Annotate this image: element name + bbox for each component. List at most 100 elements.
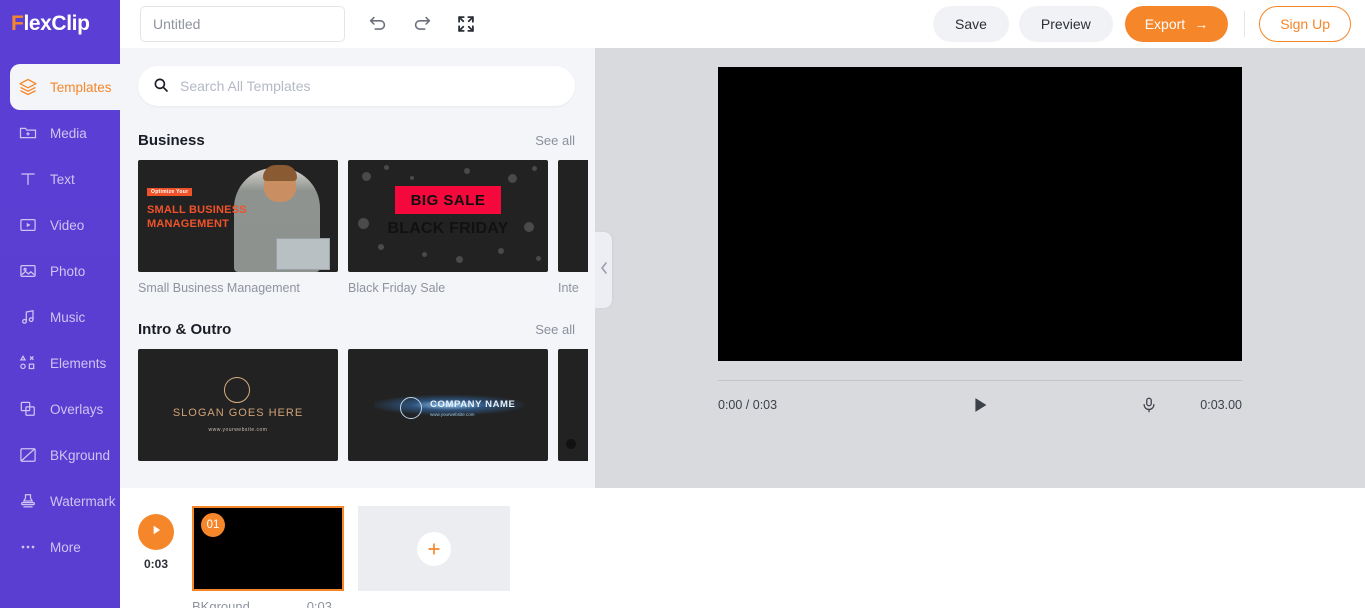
search-box[interactable] (138, 66, 575, 106)
template-card[interactable]: Optimize Your SMALL BUSINESS MANAGEMENT S… (138, 160, 338, 295)
sidebar-item-label: Music (50, 309, 86, 325)
arrow-right-icon: → (1194, 16, 1209, 32)
sidebar-item-label: Photo (50, 263, 86, 279)
panel-collapse-handle[interactable] (595, 232, 612, 308)
search-icon (152, 76, 172, 96)
photo-icon (16, 259, 40, 283)
redo-icon[interactable] (411, 13, 433, 35)
sidebar-item-music[interactable]: Music (0, 294, 120, 340)
export-label: Export (1144, 16, 1186, 32)
layers-icon (16, 75, 40, 99)
scene-duration: 0:03 (306, 599, 332, 608)
template-card[interactable]: Inte (558, 160, 588, 295)
template-headline: SMALL BUSINESS MANAGEMENT (147, 204, 247, 230)
media-folder-icon (16, 121, 40, 145)
template-card[interactable]: SLOGAN GOES HERE www.yourwebsite.com (138, 349, 338, 461)
text-icon (16, 167, 40, 191)
sidebar-item-label: Elements (50, 355, 107, 371)
export-button[interactable]: Export → (1124, 6, 1229, 42)
undo-icon[interactable] (367, 13, 389, 35)
elements-icon (16, 351, 40, 375)
logo-text: lexClip (23, 12, 90, 35)
project-title-input[interactable] (140, 6, 345, 42)
template-thumbnail: BIG SALE BLACK FRIDAY (348, 160, 548, 272)
sidebar-item-watermark[interactable]: Watermark (0, 478, 120, 524)
template-sub-text: BLACK FRIDAY (387, 220, 509, 237)
preview-button[interactable]: Preview (1018, 6, 1113, 42)
section-header-intro-outro: Intro & Outro See all (120, 295, 595, 338)
template-row-intro-outro: SLOGAN GOES HERE www.yourwebsite.com COM… (120, 338, 595, 461)
template-caption: Black Friday Sale (348, 281, 446, 295)
template-card[interactable]: BIG SALE BLACK FRIDAY Black Friday Sale (348, 160, 548, 295)
template-company: COMPANY NAME (430, 399, 516, 410)
template-site: www.yourwebsite.com (208, 427, 268, 433)
template-card[interactable]: COMPANY NAME www.yourwebsite.com (348, 349, 548, 461)
template-thumbnail (558, 160, 588, 272)
sidebar-nav: Templates Media Text Video Photo Music E… (0, 48, 120, 570)
timeline-play-button[interactable] (138, 514, 174, 550)
video-preview[interactable] (718, 67, 1242, 361)
section-header-business: Business See all (120, 106, 595, 149)
logo-f-mark: F (11, 12, 24, 35)
more-dots-icon (16, 535, 40, 559)
sidebar-item-label: Watermark (50, 493, 116, 509)
see-all-business[interactable]: See all (535, 133, 575, 148)
sidebar-item-video[interactable]: Video (0, 202, 120, 248)
sidebar-item-more[interactable]: More (0, 524, 120, 570)
video-icon (16, 213, 40, 237)
microphone-icon[interactable] (1140, 395, 1158, 415)
editor-stage: 0:00 / 0:03 0:03.00 (595, 0, 1365, 608)
scene-meta: BKground 0:03 (192, 599, 332, 608)
sidebar-item-label: Video (50, 217, 85, 233)
music-icon (16, 305, 40, 329)
sidebar-item-overlays[interactable]: Overlays (0, 386, 120, 432)
sidebar-item-photo[interactable]: Photo (0, 248, 120, 294)
sidebar-item-label: Media (50, 125, 87, 141)
scene-thumbnail[interactable]: 01 (192, 506, 344, 591)
top-toolbar: Save Preview Export → Sign Up (120, 0, 1365, 48)
scene-name: BKground (192, 599, 250, 608)
sidebar-item-label: Templates (50, 79, 112, 95)
fullscreen-icon[interactable] (455, 13, 477, 35)
template-card[interactable] (558, 349, 588, 461)
search-area (120, 48, 595, 106)
save-button[interactable]: Save (933, 6, 1009, 42)
template-thumbnail: COMPANY NAME www.yourwebsite.com (348, 349, 548, 461)
sidebar-item-label: More (50, 539, 81, 555)
sidebar-item-label: Text (50, 171, 75, 187)
app-logo[interactable]: FlexClip (0, 0, 120, 48)
sidebar-item-text[interactable]: Text (0, 156, 120, 202)
play-icon[interactable] (969, 394, 991, 416)
play-icon (149, 523, 163, 542)
timeline-total-time: 0:03 (143, 557, 169, 571)
see-all-intro-outro[interactable]: See all (535, 322, 575, 337)
template-site: www.yourwebsite.com (430, 412, 475, 417)
template-kicker: Optimize Your (147, 188, 193, 196)
flexclip-editor: FlexClip Templates Media Text Video Phot… (0, 0, 1365, 608)
section-title: Intro & Outro (138, 321, 232, 338)
scene-number-badge: 01 (201, 513, 225, 537)
timeline-play-group: 0:03 (120, 506, 192, 571)
sign-up-button[interactable]: Sign Up (1259, 6, 1351, 42)
toolbar-divider (1244, 11, 1246, 37)
template-thumbnail: Optimize Your SMALL BUSINESS MANAGEMENT (138, 160, 338, 272)
background-icon (16, 443, 40, 467)
sidebar-item-elements[interactable]: Elements (0, 340, 120, 386)
sidebar-item-bkground[interactable]: BKground (0, 432, 120, 478)
template-slogan: SLOGAN GOES HERE (172, 407, 304, 419)
watermark-icon (16, 489, 40, 513)
timeline-scene: 01 BKground 0:03 (192, 506, 344, 608)
template-thumbnail (558, 349, 588, 461)
add-scene-button[interactable] (358, 506, 510, 591)
template-caption: Small Business Management (138, 281, 300, 295)
section-title: Business (138, 132, 205, 149)
search-input[interactable] (180, 78, 561, 94)
sidebar-item-media[interactable]: Media (0, 110, 120, 156)
left-sidebar: FlexClip Templates Media Text Video Phot… (0, 0, 120, 608)
sidebar-item-templates[interactable]: Templates (10, 64, 120, 110)
overlays-icon (16, 397, 40, 421)
sidebar-item-label: Overlays (50, 401, 104, 417)
player-controls: 0:00 / 0:03 0:03.00 (718, 381, 1242, 429)
template-caption: Inte (558, 281, 579, 295)
playback-timecode: 0:00 / 0:03 (718, 398, 778, 412)
